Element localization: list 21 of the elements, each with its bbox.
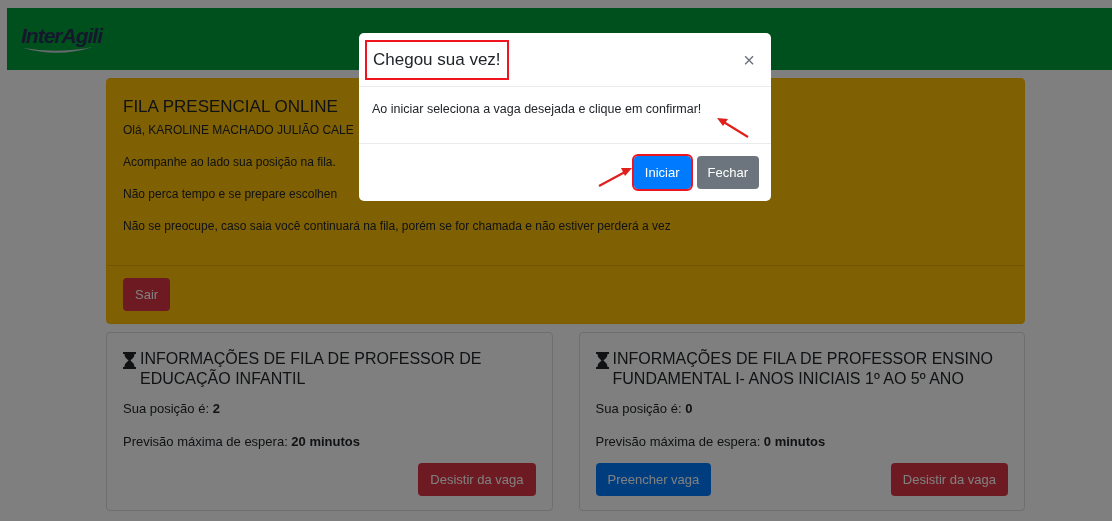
position-text: Sua posição é: 2 xyxy=(123,401,221,416)
queue-action-button[interactable]: Desistir da vaga xyxy=(890,463,1008,496)
notice-text: Acompanhe ao lado sua posição na fila. xyxy=(123,155,336,169)
close-button[interactable]: × xyxy=(739,48,759,72)
exit-button[interactable]: Sair xyxy=(123,278,171,311)
notice-text: Não se preocupe, caso saia você continuará na fila, porém se for chamada e não estiver perderá a vez xyxy=(123,219,671,233)
position-text: Sua posição é: 0 xyxy=(595,401,694,416)
modal-title: Chegou sua vez! xyxy=(365,40,509,80)
notice-text: Olá, KAROLINE MACHADO JULIÃO CALE xyxy=(123,123,354,137)
logo[interactable]: InterAgili xyxy=(21,24,102,48)
queue-action-button[interactable]: Desistir da vaga xyxy=(418,463,536,496)
queue-title: INFORMAÇÕES DE FILA DE PROFESSOR ENSINO FUNDAMENTAL I- ANOS INICIAIS 1º AO 5º ANO xyxy=(612,349,994,389)
notice-text: Não perca tempo e se prepare escolhen xyxy=(123,187,338,201)
modal-message: Ao iniciar seleciona a vaga desejada e clique em confirmar! xyxy=(372,102,703,116)
queue-action-button[interactable]: Preencher vaga xyxy=(595,463,712,496)
modal-button[interactable]: Fechar xyxy=(696,156,759,189)
notice-title: FILA PRESENCIAL ONLINE xyxy=(123,97,338,117)
wait-time-text: Previsão máxima de espera: 0 minutos xyxy=(595,434,827,449)
wait-time-text: Previsão máxima de espera: 20 minutos xyxy=(123,434,361,449)
queue-title: INFORMAÇÕES DE FILA DE PROFESSOR DE EDUCAÇÃO INFANTIL xyxy=(140,349,483,389)
modal-button[interactable]: Iniciar xyxy=(633,156,691,189)
